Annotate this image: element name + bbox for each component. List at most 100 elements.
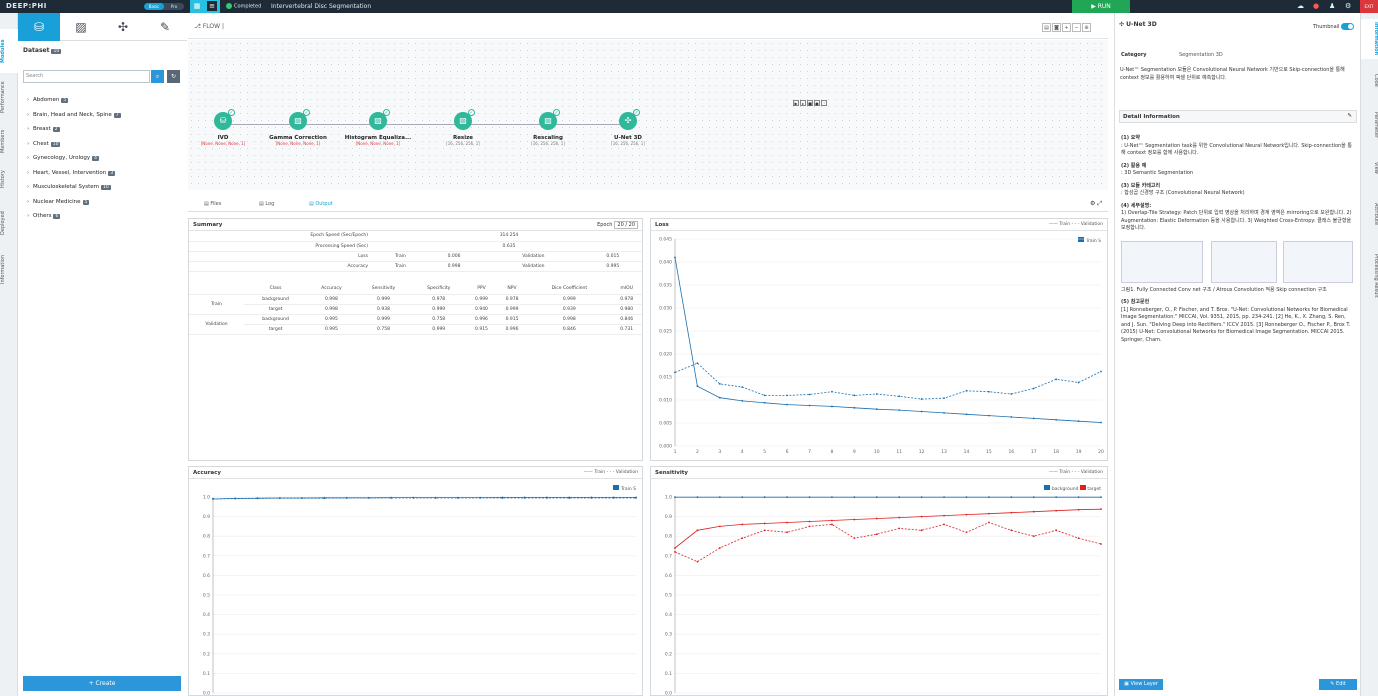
category-item[interactable]: › Nuclear Medicine 5 — [27, 199, 182, 214]
tab-performance[interactable]: Performance — [0, 73, 18, 121]
search-input[interactable]: Search — [23, 70, 150, 83]
debug-icon[interactable]: ● — [814, 100, 820, 106]
create-button[interactable]: + Create — [23, 676, 181, 691]
node-shape: [16, 256, 256, 1] — [611, 141, 645, 146]
category-label: Category — [1121, 52, 1147, 58]
run-button[interactable]: ▶ RUN — [1072, 0, 1130, 13]
legend-val: Validation — [615, 470, 638, 475]
settings-icon[interactable]: ⚙ — [1090, 200, 1095, 207]
refresh-icon[interactable]: ↻ — [167, 70, 180, 83]
flow-node[interactable]: ⛁ ✓ IVD [None, None, None, 1] — [188, 109, 258, 146]
flow-header: ⎇ FLOW | ▤ ◙ + − ⊕ — [188, 13, 1108, 39]
image-icon[interactable]: ▨ — [60, 13, 102, 41]
edit-button[interactable]: ✎ Edit — [1319, 679, 1357, 690]
tab-code[interactable]: Code — [1361, 65, 1378, 95]
category-item[interactable]: › Breast 2 — [27, 126, 182, 141]
view-layer-button[interactable]: ▣ View Layer — [1119, 679, 1163, 690]
flow-node[interactable]: ▨ ✓ Histogram Equaliza... [None, None, None… — [343, 109, 413, 146]
category-item[interactable]: › Others 6 — [27, 213, 182, 228]
tab-history[interactable]: History — [0, 161, 18, 197]
category-count: 3 — [108, 170, 116, 176]
tab-attribute[interactable]: Attribute — [1361, 191, 1378, 237]
data-point — [390, 497, 393, 499]
legend-train: Train — [1059, 222, 1071, 227]
notification-icon[interactable]: ● — [1313, 2, 1319, 10]
data-point — [808, 520, 811, 523]
tab-view[interactable]: View — [1361, 153, 1378, 183]
metrics-cell: 0.940 — [466, 304, 497, 315]
save-icon[interactable]: ▤ — [1042, 23, 1051, 32]
more-icon[interactable]: ⋮ — [821, 100, 827, 106]
stop-icon[interactable]: ■ — [807, 100, 813, 106]
flow-node[interactable]: ✣ ✓ U-Net 3D [16, 256, 256, 1] — [593, 109, 663, 146]
list-icon[interactable]: ≡ — [207, 1, 217, 11]
data-point — [875, 393, 878, 395]
search-icon[interactable]: ⌕ — [151, 70, 164, 83]
tab-information[interactable]: Information — [0, 247, 18, 293]
play-icon[interactable]: ▶ — [793, 100, 799, 106]
toggle-switch[interactable] — [1341, 23, 1355, 30]
mode-toggle[interactable]: Basic Pro — [144, 3, 184, 10]
mode-basic[interactable]: Basic — [144, 3, 164, 10]
wrench-icon[interactable]: ✎ — [144, 13, 186, 41]
tab-parameter[interactable]: Parameter — [1361, 101, 1378, 149]
category-item[interactable]: › Chest 10 — [27, 141, 182, 156]
category-item[interactable]: › Heart, Vessel, Intervention 3 — [27, 170, 182, 185]
tab-deployed[interactable]: Deployed — [0, 203, 18, 243]
category-item[interactable]: › Musculoskeletal System 10 — [27, 184, 182, 199]
cloud-icon[interactable]: ☁ — [1297, 2, 1304, 10]
camera-icon[interactable]: ◙ — [1052, 23, 1061, 32]
metrics-cell: 0.996 — [466, 314, 497, 325]
section-text: : 3D Semantic Segmentation — [1121, 170, 1194, 176]
network-icon[interactable]: ✣ — [102, 13, 144, 41]
epoch-select[interactable]: Epoch 20 / 20 — [597, 221, 638, 229]
flow-canvas[interactable]: ▶ ▸ ■ ● ⋮ ⛁ ✓ IVD [None, None, None, 1] ▨ ✓ Gamma … — [188, 40, 1108, 190]
epoch-value[interactable]: 20 / 20 — [614, 221, 638, 229]
y-tick-label: 0.025 — [659, 329, 672, 335]
tab-members[interactable]: Members — [0, 121, 18, 161]
data-point — [965, 389, 968, 392]
expand-icon[interactable]: ⤢ — [1097, 200, 1102, 207]
category-item[interactable]: › Brain, Head and Neck, Spine 7 — [27, 112, 182, 127]
status-text: Completed — [234, 3, 262, 10]
data-point — [696, 385, 699, 388]
flow-node[interactable]: ▨ ✓ Resize [16, 256, 256, 1] — [428, 109, 498, 146]
tab-modules[interactable]: Modules — [0, 29, 18, 73]
legend-val-line-icon: - - - — [1071, 222, 1080, 227]
flow-node[interactable]: ▨ ✓ Gamma Correction [None, None, None, 1] — [263, 109, 333, 146]
tab-files[interactable]: ▤ Files — [204, 201, 221, 207]
data-point — [501, 497, 504, 499]
zoom-out-icon[interactable]: − — [1072, 23, 1081, 32]
y-tick-label: 0.040 — [659, 260, 672, 266]
tab-processing-result[interactable]: Processing Result — [1361, 243, 1378, 309]
data-point — [898, 527, 901, 530]
tab-output[interactable]: ▤ Output — [309, 201, 333, 207]
fit-icon[interactable]: ⊕ — [1082, 23, 1091, 32]
zoom-in-icon[interactable]: + — [1062, 23, 1071, 32]
user-icon[interactable]: ♟ — [1329, 2, 1335, 10]
data-point — [741, 386, 744, 389]
settings-icon[interactable]: ⚙ — [1345, 2, 1351, 10]
mode-pro[interactable]: Pro — [164, 3, 184, 10]
dataset-label: Dataset — [23, 47, 50, 54]
edit-icon[interactable]: ✎ — [1347, 113, 1352, 119]
exit-button[interactable]: EXIT — [1360, 0, 1378, 13]
legend-val: Validation — [1080, 470, 1103, 475]
category-item[interactable]: › Gynecology, Urology 4 — [27, 155, 182, 170]
y-tick-label: 0.4 — [665, 612, 672, 618]
check-icon: ✓ — [633, 109, 640, 116]
data-point — [1010, 511, 1013, 514]
flow-node[interactable]: ▨ ✓ Rescaling [16, 256, 256, 1] — [513, 109, 583, 146]
category-item[interactable]: › Abdomen 5 — [27, 97, 182, 112]
step-icon[interactable]: ▸ — [800, 100, 806, 106]
tab-information[interactable]: Information — [1361, 19, 1378, 59]
dataset-icon[interactable]: ⛁ — [18, 13, 60, 41]
category-count: 5 — [82, 199, 90, 205]
data-point — [943, 496, 945, 499]
data-point — [590, 497, 593, 499]
grid-icon[interactable]: ▦ — [192, 1, 202, 11]
tab-log[interactable]: ▤ Log — [259, 201, 274, 207]
data-point — [808, 393, 811, 396]
data-point — [412, 497, 415, 499]
thumbnail-toggle[interactable]: Thumbnail — [1313, 23, 1355, 30]
